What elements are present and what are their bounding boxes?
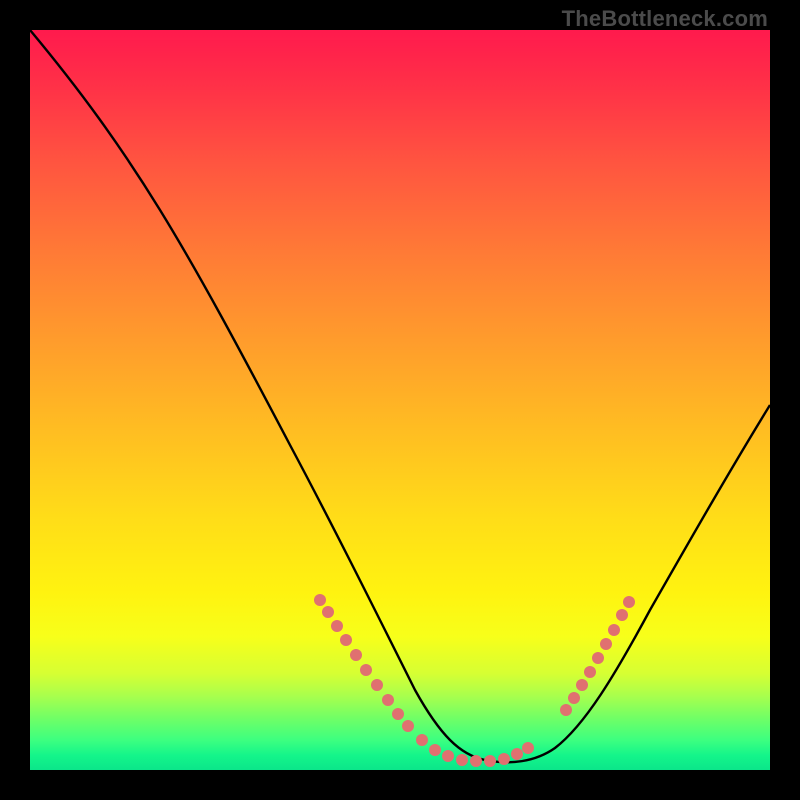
plot-gradient-area <box>30 30 770 770</box>
outer-frame: TheBottleneck.com <box>0 0 800 800</box>
watermark-text: TheBottleneck.com <box>562 6 768 32</box>
